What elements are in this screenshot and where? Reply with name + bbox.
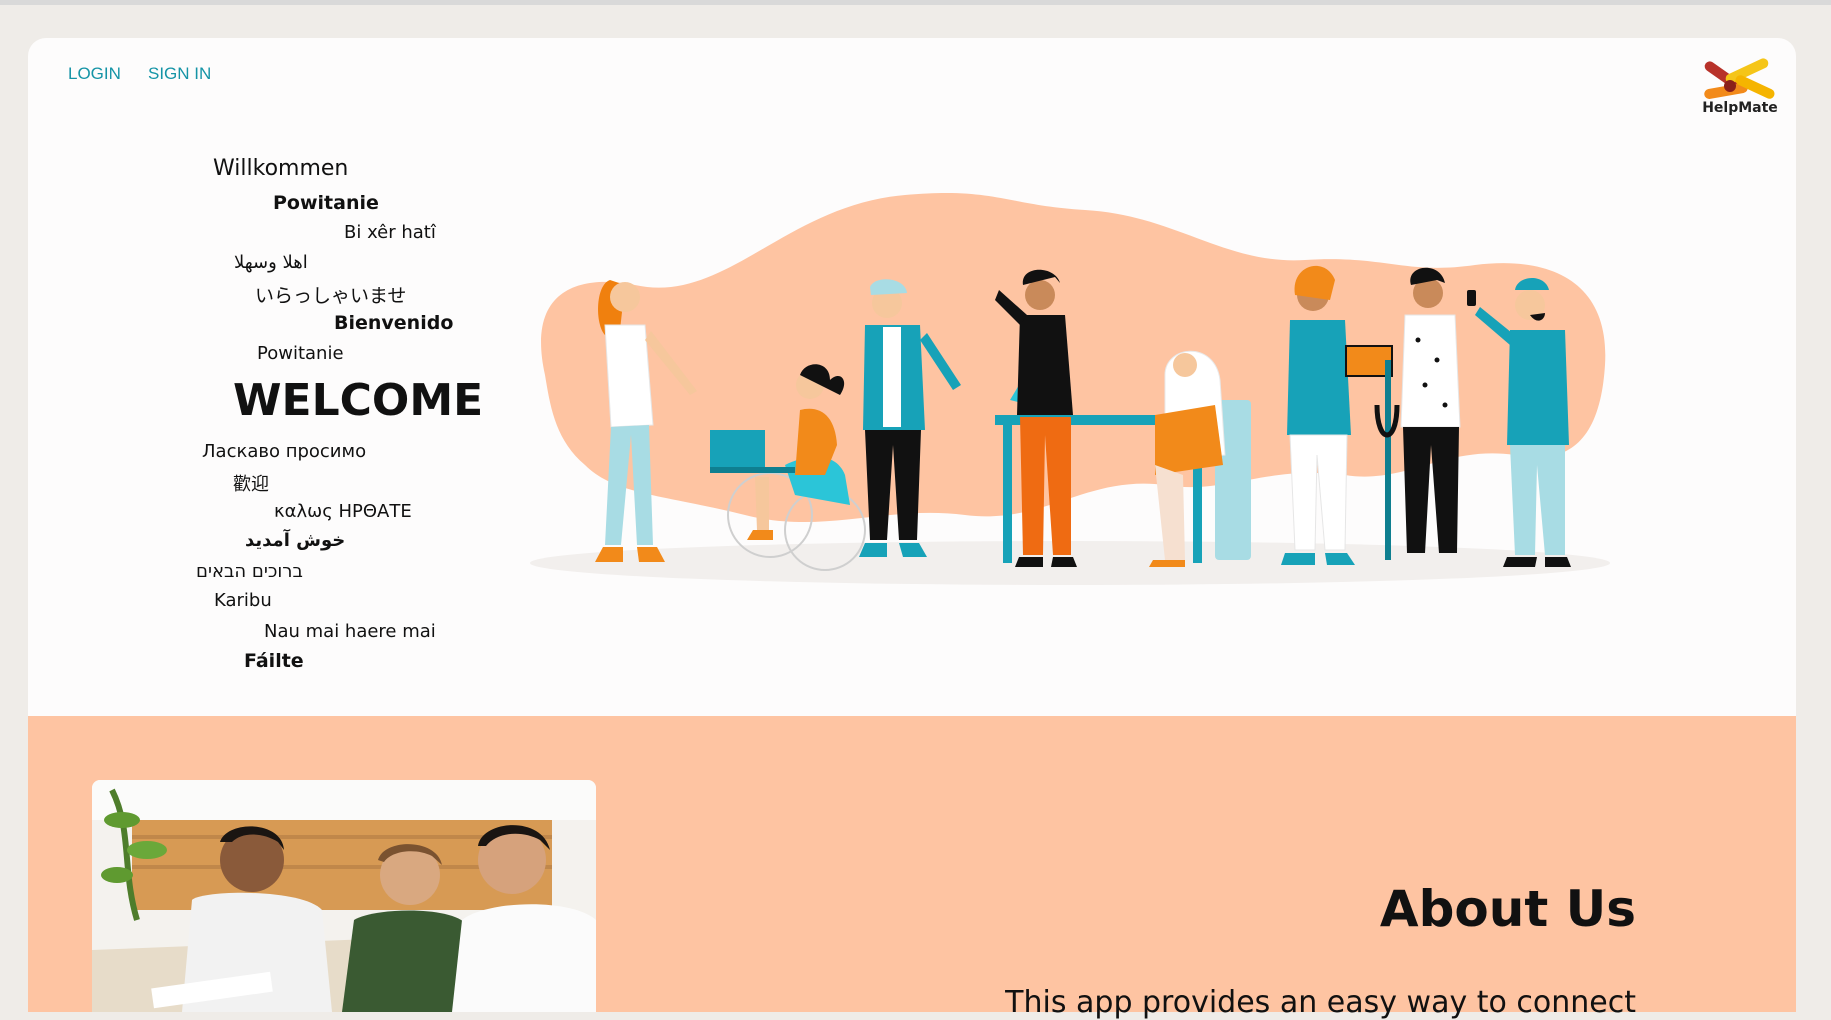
greeting-persian: خوش آمدید xyxy=(245,530,346,551)
greeting-chinese: 歡迎 xyxy=(233,474,269,495)
greeting-kurdish: Bi xêr hatî xyxy=(344,222,436,243)
greeting-failte: Fáilte xyxy=(244,650,304,672)
window-top-border xyxy=(0,0,1831,5)
greeting-welcome: WELCOME xyxy=(233,375,484,426)
greeting-greek: καλως ΗΡΘΑΤΕ xyxy=(274,501,412,522)
greeting-maori: Nau mai haere mai xyxy=(264,621,436,642)
login-link[interactable]: LOGIN xyxy=(68,64,121,84)
diverse-people-illustration xyxy=(530,192,1610,585)
greeting-powitanie-bold: Powitanie xyxy=(273,192,379,214)
about-description: This app provides an easy way to connect xyxy=(1005,985,1636,1020)
greeting-ukrainian: Ласкаво просимо xyxy=(202,441,367,462)
signin-link[interactable]: SIGN IN xyxy=(148,64,211,84)
brand-name: HelpMate xyxy=(1702,100,1778,116)
greeting-willkommen: Willkommen xyxy=(213,156,349,181)
about-title: About Us xyxy=(1379,880,1636,938)
students-studying-photo xyxy=(92,780,596,1012)
greeting-powitanie: Powitanie xyxy=(257,343,344,364)
greeting-japanese: いらっしゃいませ xyxy=(255,285,407,307)
greeting-bienvenido: Bienvenido xyxy=(334,312,454,334)
greeting-arabic: اهلا وسهلا xyxy=(234,252,308,273)
greeting-hebrew: ברוכים הבאים xyxy=(196,561,303,582)
greeting-karibu: Karibu xyxy=(214,590,272,611)
